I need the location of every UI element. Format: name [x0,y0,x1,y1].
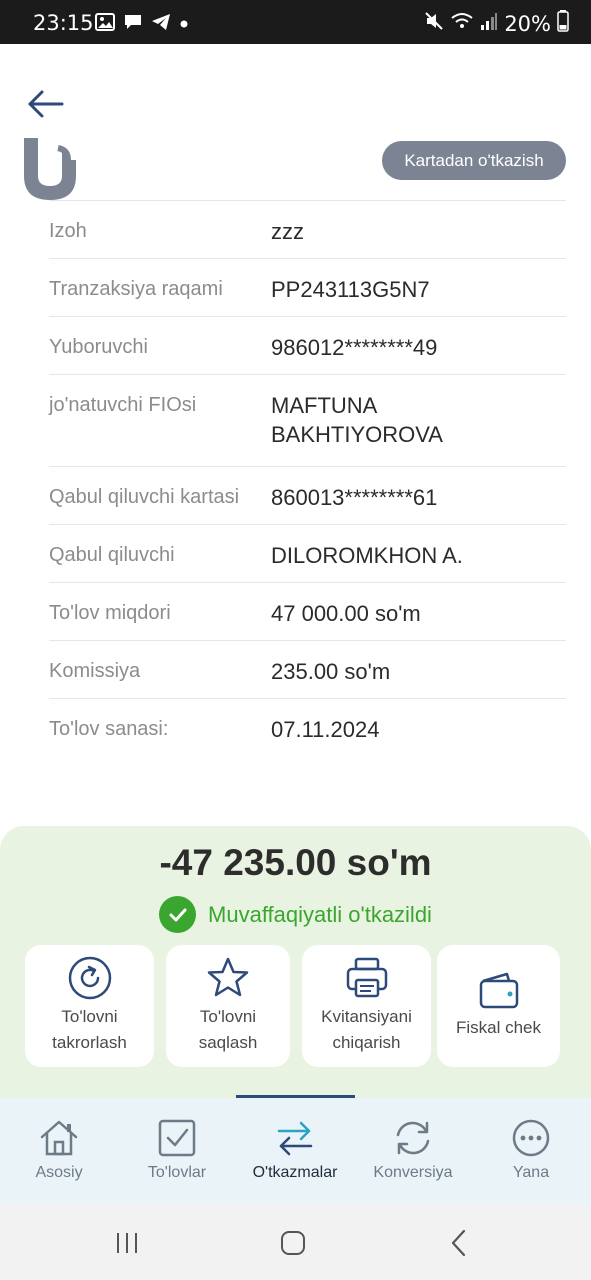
arrow-left-icon [28,90,64,118]
status-time: 23:15 [33,11,94,35]
detail-row-commission: Komissiya 235.00 so'm [49,640,566,698]
action-label: To'lovni takrorlash [52,1007,127,1052]
nav-item-payments[interactable]: To'lovlar [118,1118,236,1182]
fiscal-check-button[interactable]: Fiskal chek [437,945,560,1067]
nav-label: O'tkazmalar [252,1164,338,1181]
dot-icon [179,16,189,34]
transfer-icon [277,1121,313,1156]
action-label: Fiskal chek [455,1018,542,1037]
chat-icon [123,13,143,36]
wifi-icon [450,11,474,36]
signal-icon [480,11,498,36]
success-status-text: Muvaffaqiyatli o'tkazildi [208,901,432,927]
transfer-type-badge: Kartadan o'tkazish [382,141,566,180]
status-line: Muvaffaqiyatli o'tkazildi [0,896,591,933]
nav-item-transfers[interactable]: O'tkazmalar [236,1118,354,1182]
nav-label: To'lovlar [147,1164,207,1181]
detail-value: MAFTUNA BAKHTIYOROVA [271,393,443,447]
star-icon [207,957,249,997]
detail-value: 47 000.00 so'm [271,601,421,626]
detail-label: Qabul qiluvchi [49,544,175,566]
detail-label: Komissiya [49,660,141,682]
mute-icon [424,11,444,36]
repeat-icon [68,956,111,1000]
nav-label: Asosiy [35,1164,83,1181]
detail-label: Tranzaksiya raqami [49,278,223,300]
action-label: Kvitansiyani chiqarish [321,1007,412,1052]
detail-value: 235.00 so'm [271,659,391,684]
battery-icon [557,10,569,37]
nav-item-conversion[interactable]: Konversiya [354,1118,472,1182]
detail-row-sender: Yuboruvchi 986012********49 [49,316,566,374]
detail-label: Qabul qiluvchi kartasi [49,486,240,508]
nav-label: Konversiya [373,1164,453,1181]
detail-value: zzz [271,219,304,244]
detail-value: 07.11.2024 [271,717,380,742]
check-circle-icon [159,896,197,933]
action-buttons: To'lovni takrorlash To'lovni saqlash Kvita… [0,945,591,1069]
recent-apps-icon [117,1233,137,1253]
gallery-icon [95,13,115,36]
system-back-button[interactable] [439,1227,479,1259]
nav-item-home[interactable]: Asosiy [0,1118,118,1182]
printer-icon [346,957,387,998]
detail-value: 860013********61 [271,485,438,510]
detail-value: PP243113G5N7 [271,277,430,302]
bank-logo [24,138,80,200]
telegram-icon [151,13,171,36]
detail-row-recipient: Qabul qiluvchi DILOROMKHON A. [49,524,566,582]
detail-label: Yuboruvchi [49,336,148,358]
conversion-icon [396,1121,430,1155]
detail-label: Izoh [49,220,87,242]
nav-item-more[interactable]: Yana [472,1118,590,1182]
detail-row-amount: To'lov miqdori 47 000.00 so'm [49,582,566,640]
print-receipt-button[interactable]: Kvitansiyani chiqarish [302,945,431,1067]
transaction-details: Izoh zzz Tranzaksiya raqami PP243113G5N7… [49,200,566,756]
save-payment-button[interactable]: To'lovni saqlash [166,945,290,1067]
checkbox-icon [158,1119,196,1157]
bottom-navigation: Asosiy To'lovlar O'tkazmalar Konversiya [0,1095,591,1205]
detail-row-comment: Izoh zzz [49,200,566,258]
action-label: To'lovni saqlash [198,1007,258,1052]
total-amount: -47 235.00 so'm [159,842,432,883]
repeat-payment-button[interactable]: To'lovni takrorlash [25,945,154,1067]
detail-row-date: To'lov sanasi: 07.11.2024 [49,698,566,756]
chevron-left-icon [451,1229,466,1257]
detail-value: DILOROMKHON A. [271,543,463,568]
more-icon [512,1119,550,1157]
detail-row-recipient-card: Qabul qiluvchi kartasi 860013********61 [49,466,566,524]
battery-percent: 20% [504,11,551,36]
result-panel: -47 235.00 so'm Muvaffaqiyatli o'tkazild… [0,826,591,1101]
status-bar: 23:15 20% [0,0,591,44]
detail-row-sender-name: jo'natuvchi FIOsi MAFTUNA BAKHTIYOROVA [49,374,566,466]
detail-label: jo'natuvchi FIOsi [49,394,197,416]
home-system-button[interactable] [273,1227,313,1259]
system-navigation-bar [0,1205,591,1280]
recent-apps-button[interactable] [107,1227,147,1259]
detail-label: To'lov sanasi: [49,718,169,740]
detail-label: To'lov miqdori [49,602,171,624]
active-tab-indicator [236,1095,355,1098]
home-icon [40,1120,78,1156]
detail-row-transaction-id: Tranzaksiya raqami PP243113G5N7 [49,258,566,316]
wallet-icon [479,972,518,1009]
nav-label: Yana [512,1164,550,1181]
home-circle-icon [281,1231,305,1255]
back-button[interactable] [26,86,66,122]
detail-value: 986012********49 [271,335,438,360]
